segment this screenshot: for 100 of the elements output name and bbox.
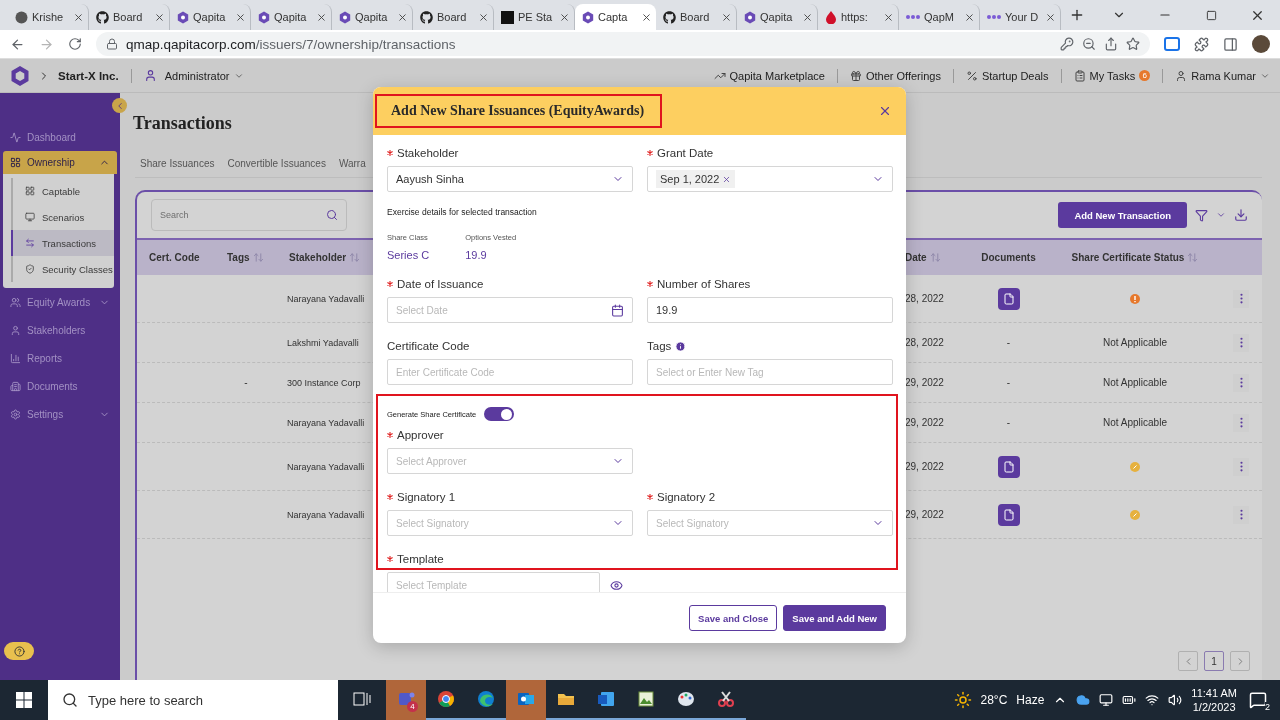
close-icon[interactable] (964, 11, 975, 23)
back-icon[interactable] (10, 36, 25, 52)
field-label: Certificate Code (387, 340, 470, 352)
reload-icon[interactable] (68, 37, 82, 51)
extension-icon[interactable] (1164, 37, 1180, 51)
submenu-item[interactable]: Transactions (11, 230, 114, 256)
select-field[interactable]: Sep 1, 2022 (647, 166, 893, 192)
maximize-icon[interactable] (1205, 9, 1217, 21)
avatar[interactable] (1252, 35, 1270, 53)
star-icon[interactable] (1126, 37, 1140, 51)
field-label: Stakeholder (397, 147, 459, 159)
count-badge: 2 (1265, 702, 1270, 712)
close-icon[interactable] (73, 11, 84, 23)
save-and-close-button[interactable]: Save and Close (689, 605, 778, 631)
clock[interactable]: 11:41 AM 1/2/2023 (1191, 686, 1237, 714)
close-icon[interactable] (641, 11, 652, 23)
eye-icon[interactable] (610, 578, 623, 592)
taskbar-app[interactable]: 4 (386, 680, 426, 720)
download-icon[interactable] (1234, 208, 1248, 222)
table-cell: Not Applicable (1103, 337, 1167, 348)
user-menu[interactable]: Rama Kumar (1175, 69, 1270, 82)
filter-icon[interactable] (1195, 208, 1208, 222)
side-panel-icon[interactable] (1223, 36, 1238, 52)
header-link[interactable]: Startup Deals (965, 69, 1049, 82)
new-tab-icon[interactable] (1069, 7, 1085, 23)
column-header: Cert. Code (149, 252, 200, 263)
browser-tab[interactable]: Capta (575, 4, 656, 30)
document-button[interactable] (997, 503, 1020, 526)
taskbar-search-field[interactable]: Type here to search (48, 680, 338, 720)
close-icon[interactable] (235, 11, 246, 23)
sidebar-item[interactable]: Equity Awards (0, 288, 120, 316)
role-menu[interactable]: Administrator (164, 69, 244, 82)
grid-icon (10, 157, 21, 168)
chevron-down-icon[interactable] (1216, 210, 1226, 220)
close-icon[interactable] (316, 11, 327, 23)
speaker-icon[interactable] (1168, 693, 1183, 707)
address-bar[interactable]: qmap.qapitacorp.com/issuers/7/ownership/transactions (96, 32, 1150, 56)
field-label: Signatory 2 (657, 491, 716, 503)
scissors-icon (716, 689, 736, 709)
cloud-icon[interactable] (1076, 693, 1091, 707)
sidebar-item[interactable]: Dashboard (0, 123, 120, 151)
sidebar-item[interactable]: Documents (0, 372, 120, 400)
column-header[interactable]: Tags (227, 252, 250, 263)
monitor-icon[interactable] (1099, 693, 1114, 707)
page-tab[interactable]: Warra (338, 158, 366, 169)
page-tab[interactable]: Convertible Issuances (227, 158, 326, 169)
field-label: Template (397, 553, 444, 565)
select-field[interactable]: Aayush Sinha (387, 166, 633, 192)
save-and-add-button[interactable]: Save and Add New (783, 605, 886, 631)
close-icon[interactable] (721, 11, 732, 23)
add-transaction-button[interactable]: Add New Transaction (1058, 202, 1187, 228)
required-icon (387, 432, 393, 438)
battery-icon[interactable] (1122, 693, 1137, 707)
close-icon[interactable] (397, 11, 408, 23)
file-icon (1002, 460, 1015, 473)
document-button[interactable] (997, 455, 1020, 478)
close-icon[interactable] (883, 11, 894, 23)
column-header[interactable]: Stakeholder (289, 252, 347, 263)
toggle-switch[interactable] (484, 407, 515, 421)
input-field[interactable]: 19.9 (647, 297, 893, 323)
sidebar-item[interactable]: Ownership (3, 151, 117, 174)
close-icon[interactable] (802, 11, 813, 23)
shield-icon (25, 264, 35, 274)
sidebar-item[interactable]: Stakeholders (0, 316, 120, 344)
temperature: 28°C (980, 693, 1008, 707)
required-icon (387, 494, 393, 500)
sidebar-item[interactable]: Reports (0, 344, 120, 372)
wifi-icon[interactable] (1145, 693, 1160, 707)
header-link[interactable]: My Tasks 6 (1073, 69, 1151, 82)
hexagon-icon (258, 10, 270, 24)
document-button[interactable] (997, 287, 1020, 310)
puzzle-icon[interactable] (1194, 36, 1209, 52)
table-cell: 28, 2022 (905, 337, 944, 348)
search-field[interactable]: Search (151, 199, 347, 231)
submenu-item[interactable]: Captable (11, 178, 114, 204)
user-icon (143, 69, 157, 82)
sidebar-item[interactable]: Settings (0, 400, 120, 428)
close-icon[interactable] (154, 11, 165, 23)
column-header[interactable]: Date (905, 252, 927, 263)
close-icon[interactable] (878, 104, 892, 118)
close-icon[interactable] (559, 11, 570, 23)
page-button[interactable]: 1 (1204, 651, 1224, 671)
column-header[interactable]: Share Certificate Status (1071, 252, 1185, 263)
submenu-item[interactable]: Security Classes (11, 256, 114, 282)
help-button[interactable] (4, 642, 34, 660)
notifications-button[interactable]: 2 (1246, 688, 1270, 712)
detail-value: 19.9 (465, 249, 488, 261)
header-link[interactable]: Qapita Marketplace (713, 69, 825, 82)
close-icon[interactable] (478, 11, 489, 23)
table-cell: Lakshmi Yadavalli (287, 337, 359, 348)
key-icon[interactable] (1060, 37, 1074, 51)
remove-icon[interactable] (722, 174, 732, 184)
page-tab[interactable]: Share Issuances (140, 158, 215, 169)
zoom-out-icon[interactable] (1082, 37, 1096, 51)
github-icon (420, 10, 433, 24)
monitor-icon (25, 212, 35, 222)
share-icon[interactable] (1104, 37, 1118, 51)
required-icon (387, 281, 393, 287)
close-icon[interactable] (1045, 11, 1056, 23)
header-link[interactable]: Other Offerings (849, 69, 941, 82)
